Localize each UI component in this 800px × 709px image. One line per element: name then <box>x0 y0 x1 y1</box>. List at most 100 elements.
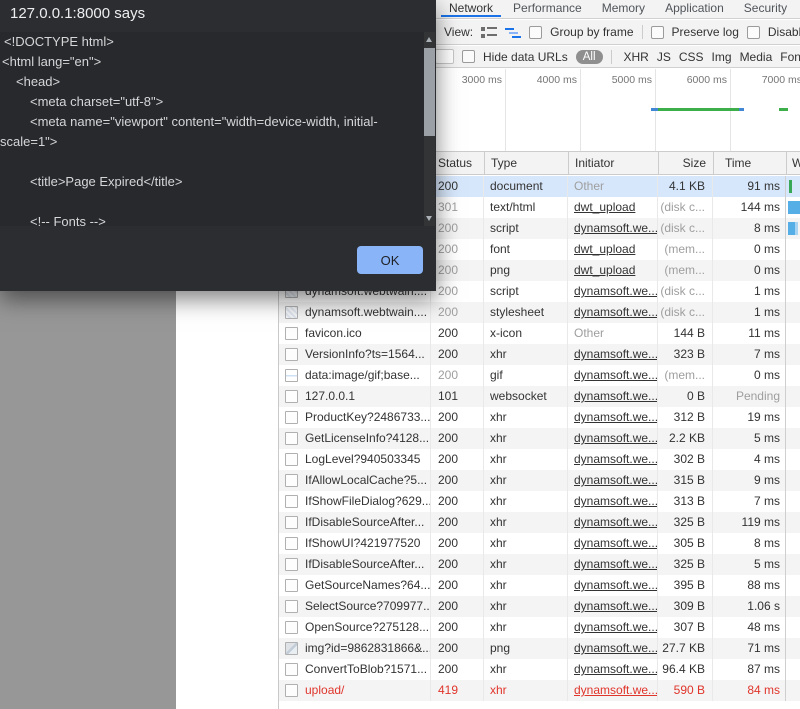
filter-input[interactable] <box>435 49 454 64</box>
initiator-link[interactable]: dwt_upload <box>574 242 635 256</box>
cell-waterfall <box>786 386 800 407</box>
tab-performance[interactable]: Performance <box>503 0 592 18</box>
initiator-link[interactable]: dynamsoft.we... <box>574 515 658 529</box>
initiator-link[interactable]: dynamsoft.we... <box>574 599 658 613</box>
column-header-type[interactable]: Type <box>484 152 568 175</box>
tab-security[interactable]: Security <box>734 0 797 18</box>
initiator-link[interactable]: dynamsoft.we... <box>574 557 658 571</box>
filter-type-js[interactable]: JS <box>657 50 671 64</box>
column-header-waterfall[interactable]: Waterfall <box>786 152 800 175</box>
initiator-link[interactable]: dynamsoft.we... <box>574 221 658 235</box>
preserve-log-checkbox[interactable] <box>651 26 664 39</box>
initiator-link[interactable]: dynamsoft.we... <box>574 641 658 655</box>
file-icon <box>285 411 298 424</box>
network-row[interactable]: GetLicenseInfo?4128...200xhrdynamsoft.we… <box>279 428 800 449</box>
cell-type: document <box>484 176 568 197</box>
request-name: GetLicenseInfo?4128... <box>305 428 429 449</box>
request-name: LogLevel?940503345 <box>305 449 420 470</box>
group-by-frame-checkbox[interactable] <box>529 26 542 39</box>
network-row[interactable]: IfAllowLocalCache?5...200xhrdynamsoft.we… <box>279 470 800 491</box>
dialog-title: 127.0.0.1:8000 says <box>10 5 145 22</box>
cell-name: SelectSource?709977... <box>279 596 431 617</box>
network-row[interactable]: ProductKey?2486733...200xhrdynamsoft.we.… <box>279 407 800 428</box>
waterfall-bar <box>795 222 798 235</box>
cell-status: 200 <box>431 533 484 554</box>
network-row[interactable]: SelectSource?709977...200xhrdynamsoft.we… <box>279 596 800 617</box>
hide-data-urls-checkbox[interactable] <box>462 50 475 63</box>
dialog-scrollbar[interactable] <box>424 32 435 226</box>
tab-memory[interactable]: Memory <box>592 0 655 18</box>
initiator-link[interactable]: dynamsoft.we... <box>574 284 658 298</box>
network-row[interactable]: VersionInfo?ts=1564...200xhrdynamsoft.we… <box>279 344 800 365</box>
filter-type-xhr[interactable]: XHR <box>624 50 649 64</box>
network-row[interactable]: 127.0.0.1101websocketdynamsoft.we...0 BP… <box>279 386 800 407</box>
scroll-down-icon[interactable] <box>426 216 432 221</box>
initiator-link[interactable]: dynamsoft.we... <box>574 452 658 466</box>
column-header-status[interactable]: Status <box>431 152 484 175</box>
code-line: <meta charset="utf-8"> <box>0 92 424 112</box>
cell-waterfall <box>786 512 800 533</box>
cell-status: 200 <box>431 449 484 470</box>
cell-type: xhr <box>484 680 568 701</box>
network-row[interactable]: dynamsoft.webtwain....200stylesheetdynam… <box>279 302 800 323</box>
initiator-link[interactable]: dynamsoft.we... <box>574 368 658 382</box>
file-icon <box>285 453 298 466</box>
tab-application[interactable]: Application <box>655 0 734 18</box>
cell-initiator: dwt_upload <box>568 197 658 218</box>
initiator-text: Other <box>574 179 604 193</box>
scroll-up-icon[interactable] <box>426 37 432 42</box>
network-row[interactable]: data:image/gif;base...200gifdynamsoft.we… <box>279 365 800 386</box>
network-row[interactable]: LogLevel?940503345200xhrdynamsoft.we...3… <box>279 449 800 470</box>
initiator-link[interactable]: dynamsoft.we... <box>574 494 658 508</box>
column-header-initiator[interactable]: Initiator <box>568 152 658 175</box>
filter-type-css[interactable]: CSS <box>679 50 704 64</box>
cell-name: img?id=9862831866&... <box>279 638 431 659</box>
network-row[interactable]: favicon.ico200x-iconOther144 B11 ms <box>279 323 800 344</box>
cell-time: 5 ms <box>713 554 786 575</box>
cell-status: 200 <box>431 554 484 575</box>
cell-time: 88 ms <box>713 575 786 596</box>
column-header-time[interactable]: Time <box>713 152 786 175</box>
network-row[interactable]: upload/419xhrdynamsoft.we...590 B84 ms <box>279 680 800 701</box>
filter-type-font[interactable]: Font <box>780 50 800 64</box>
cell-size: 307 B <box>658 617 713 638</box>
network-row[interactable]: img?id=9862831866&...200pngdynamsoft.we.… <box>279 638 800 659</box>
initiator-link[interactable]: dynamsoft.we... <box>574 389 658 403</box>
show-overview-icon[interactable] <box>505 26 521 39</box>
ok-button[interactable]: OK <box>357 246 423 274</box>
network-row[interactable]: IfShowUI?421977520200xhrdynamsoft.we...3… <box>279 533 800 554</box>
network-row[interactable]: IfDisableSourceAfter...200xhrdynamsoft.w… <box>279 512 800 533</box>
scroll-thumb[interactable] <box>424 48 435 136</box>
network-row[interactable]: OpenSource?275128...200xhrdynamsoft.we..… <box>279 617 800 638</box>
column-header-size[interactable]: Size <box>658 152 713 175</box>
filter-pill-all[interactable]: All <box>576 50 603 64</box>
dialog-code: <!DOCTYPE html><html lang="en"><head><me… <box>0 32 424 226</box>
tab-network[interactable]: Network <box>439 0 503 18</box>
network-row[interactable]: GetSourceNames?64...200xhrdynamsoft.we..… <box>279 575 800 596</box>
initiator-text: Other <box>574 326 604 340</box>
disable-cache-checkbox[interactable] <box>747 26 760 39</box>
initiator-link[interactable]: dynamsoft.we... <box>574 305 658 319</box>
initiator-link[interactable]: dynamsoft.we... <box>574 473 658 487</box>
initiator-link[interactable]: dynamsoft.we... <box>574 620 658 634</box>
cell-initiator: dynamsoft.we... <box>568 386 658 407</box>
cell-waterfall <box>786 596 800 617</box>
initiator-link[interactable]: dynamsoft.we... <box>574 431 658 445</box>
initiator-link[interactable]: dynamsoft.we... <box>574 536 658 550</box>
initiator-link[interactable]: dynamsoft.we... <box>574 578 658 592</box>
initiator-link[interactable]: dynamsoft.we... <box>574 683 658 697</box>
network-row[interactable]: ConvertToBlob?1571...200xhrdynamsoft.we.… <box>279 659 800 680</box>
initiator-link[interactable]: dynamsoft.we... <box>574 662 658 676</box>
cell-size: 312 B <box>658 407 713 428</box>
cell-type: xhr <box>484 596 568 617</box>
timeline-label: 4000 ms <box>497 74 577 86</box>
initiator-link[interactable]: dynamsoft.we... <box>574 347 658 361</box>
initiator-link[interactable]: dwt_upload <box>574 200 635 214</box>
initiator-link[interactable]: dynamsoft.we... <box>574 410 658 424</box>
network-row[interactable]: IfShowFileDialog?629...200xhrdynamsoft.w… <box>279 491 800 512</box>
filter-type-media[interactable]: Media <box>740 50 773 64</box>
filter-type-img[interactable]: Img <box>712 50 732 64</box>
initiator-link[interactable]: dwt_upload <box>574 263 635 277</box>
network-row[interactable]: IfDisableSourceAfter...200xhrdynamsoft.w… <box>279 554 800 575</box>
large-request-rows-icon[interactable] <box>481 26 497 39</box>
